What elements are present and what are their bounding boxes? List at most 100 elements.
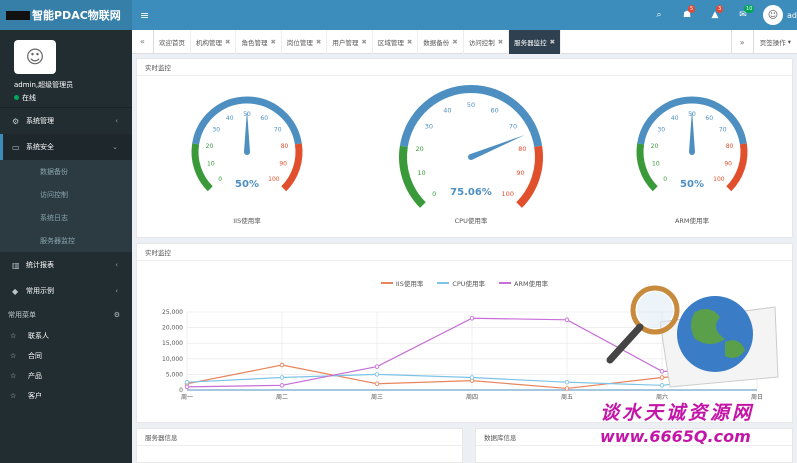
legend-item-iis[interactable]: IIS使用率 [380, 278, 424, 288]
chart-panel-title: 实时监控 [137, 244, 792, 261]
gauge-tick-label: 20 [651, 143, 659, 150]
gauge-tick-label: 50 [467, 101, 475, 109]
quick-item-label: 客户 [28, 392, 42, 400]
gauge-tick-label: 60 [490, 107, 498, 115]
gauge-tick-label: 40 [443, 107, 451, 115]
sidebar-item-system-security[interactable]: ▭ 系统安全 ⌄ [0, 134, 132, 160]
tab-org[interactable]: 机构管理 ✖ [191, 29, 237, 54]
tab-scroll-right-icon[interactable]: » [730, 30, 753, 54]
close-icon[interactable]: ✖ [225, 38, 230, 46]
gauge-tick-label: 30 [425, 122, 433, 130]
x-tick-label: 周五 [561, 394, 573, 401]
app-logo[interactable]: 智能PDAC物联网 [0, 0, 132, 30]
gauge-value: 50% [680, 179, 704, 190]
y-tick-label: 5,000 [166, 371, 183, 378]
submenu-item-data-backup[interactable]: 数据备份 [0, 160, 132, 183]
tab-bar: « 欢迎首页 机构管理 ✖ 角色管理 ✖ 岗位管理 ✖ 用户管理 ✖ 区域管理 ✖ 数据备… [132, 29, 797, 54]
data-point [374, 381, 380, 387]
data-point [469, 375, 475, 380]
chevron-left-icon: ‹ [115, 287, 118, 295]
top-user-name[interactable]: ad [787, 11, 797, 20]
sidebar-item-label: 系统安全 [26, 143, 54, 151]
tab-post[interactable]: 岗位管理 ✖ [282, 29, 328, 54]
search-icon[interactable]: ⌕ [645, 10, 673, 20]
submenu-item-access-control[interactable]: 访问控制 [0, 183, 132, 206]
gauge-tick-label: 60 [260, 115, 268, 122]
app-title: 智能PDAC物联网 [32, 9, 121, 22]
gauge-panel: 实时监控 010203040506070809010050%0102030405… [136, 58, 793, 238]
submenu-item-system-log[interactable]: 系统日志 [0, 206, 132, 229]
bell-icon[interactable]: ▲ 3 [701, 5, 729, 20]
user-group-icon[interactable]: ☗ 5 [673, 5, 701, 20]
x-tick-label: 周一 [181, 394, 193, 401]
submenu-item-server-monitor[interactable]: 服务器监控 [0, 229, 132, 252]
menu-icon[interactable]: ≡ [140, 9, 149, 22]
close-icon[interactable]: ✖ [452, 38, 457, 46]
sidebar: ☺ admin,超级管理员 在线 ⚙ 系统管理 ‹ ▭ 系统安全 ⌄ 数据备份 … [0, 30, 132, 463]
data-point [469, 315, 475, 321]
quick-item-contracts[interactable]: ☆ 合同 [0, 346, 132, 366]
gauge-tick-label: 100 [268, 176, 280, 183]
user-panel: ☺ admin,超级管理员 在线 [0, 30, 132, 108]
gear-icon[interactable]: ⚙ [114, 311, 120, 319]
gauge-label-iis: IIS使用率 [233, 217, 261, 225]
user-status-label: 在线 [22, 94, 36, 102]
sidebar-item-label: 系统管理 [26, 117, 54, 125]
gauge-tick-label: 60 [705, 115, 713, 122]
sidebar-item-system-management[interactable]: ⚙ 系统管理 ‹ [0, 108, 132, 134]
avatar[interactable]: ☺ [763, 5, 784, 25]
close-icon[interactable]: ✖ [550, 38, 555, 46]
tab-area[interactable]: 区域管理 ✖ [373, 29, 419, 54]
tab-label: 访问控制 [468, 38, 495, 47]
user-name: admin,超级管理员 [14, 81, 74, 89]
chevron-left-icon: ‹ [115, 117, 118, 125]
star-icon: ☆ [10, 392, 17, 400]
tab-user[interactable]: 用户管理 ✖ [327, 29, 373, 54]
user-group-badge: 5 [688, 5, 696, 13]
gauge-tick-label: 40 [671, 115, 679, 122]
data-point [279, 375, 285, 380]
tab-ops-dropdown[interactable]: 页签操作 ▾ [752, 30, 797, 54]
gauge-tick-label: 100 [502, 190, 514, 198]
quick-item-products[interactable]: ☆ 产品 [0, 366, 132, 386]
bell-badge: 3 [716, 5, 724, 13]
gauge-tick-label: 20 [415, 145, 423, 153]
legend-label: IIS使用率 [395, 280, 424, 288]
tab-welcome[interactable]: 欢迎首页 [154, 29, 191, 54]
quick-item-customers[interactable]: ☆ 客户 [0, 386, 132, 406]
sidebar-item-reports[interactable]: ▥ 统计报表 ‹ [0, 252, 132, 278]
legend-label: CPU使用率 [452, 280, 486, 288]
legend-item-arm[interactable]: ARM使用率 [499, 278, 548, 288]
close-icon[interactable]: ✖ [498, 38, 503, 46]
gauge-tick-label: 80 [518, 145, 526, 153]
mail-icon[interactable]: ✉ 10 [729, 5, 757, 20]
legend-item-cpu[interactable]: CPU使用率 [437, 278, 485, 288]
gauge-tick-label: 80 [726, 143, 734, 150]
watermark: 谈水天诚资源网 www.6665Q.com [600, 398, 780, 458]
x-tick-label: 周四 [466, 394, 478, 401]
tab-scroll-left-icon[interactable]: « [132, 29, 154, 54]
gears-icon: ⚙ [12, 116, 20, 126]
close-icon[interactable]: ✖ [270, 38, 275, 46]
close-icon[interactable]: ✖ [316, 38, 321, 46]
desktop-icon: ▭ [12, 142, 20, 152]
close-icon[interactable]: ✖ [361, 38, 366, 46]
tab-role[interactable]: 角色管理 ✖ [236, 29, 282, 54]
gauge-tick-label: 90 [724, 161, 732, 168]
quick-item-contacts[interactable]: ☆ 联系人 [0, 326, 132, 346]
tab-access[interactable]: 访问控制 ✖ [464, 29, 510, 54]
star-icon: ☆ [10, 332, 17, 340]
top-navbar: 智能PDAC物联网 ≡ ⌕ ☗ 5 ▲ 3 ✉ 10 ☺ ad [0, 0, 797, 30]
gauge-hub [689, 149, 695, 155]
tab-backup[interactable]: 数据备份 ✖ [418, 29, 464, 54]
sidebar-item-examples[interactable]: ◆ 常用示例 ‹ [0, 278, 132, 304]
quick-menu-header: 常用菜单 ⚙ [0, 304, 132, 326]
tab-server-monitor[interactable]: 服务器监控 ✖ [509, 29, 562, 54]
gauge-tick-label: 100 [713, 176, 725, 183]
gauge-tick-label: 10 [417, 169, 425, 177]
gauge-tick-label: 70 [509, 122, 517, 130]
user-avatar[interactable]: ☺ [14, 40, 56, 74]
close-icon[interactable]: ✖ [407, 38, 412, 46]
gauge-label-cpu: CPU使用率 [454, 217, 488, 225]
y-tick-label: 15,000 [162, 340, 183, 347]
